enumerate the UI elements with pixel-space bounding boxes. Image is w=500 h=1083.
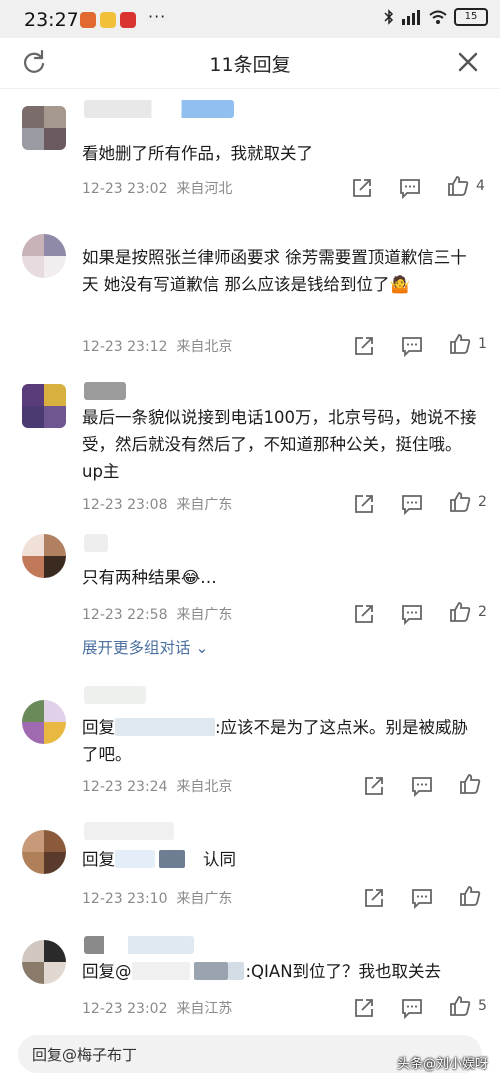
share-icon[interactable] [352, 602, 376, 626]
status-time: 23:27 [24, 9, 79, 31]
like-count: 2 [478, 494, 487, 510]
comment-icon[interactable] [400, 602, 424, 626]
mention-blurred[interactable] [115, 718, 215, 736]
app-notification-icon [80, 12, 96, 28]
like-count: 5 [478, 998, 487, 1014]
mention-blurred[interactable] [115, 850, 155, 868]
chevron-down-icon: ⌄ [190, 639, 209, 657]
share-icon[interactable] [362, 774, 386, 798]
thumbs-up-icon[interactable] [448, 332, 472, 356]
reply-placeholder: 回复@梅子布丁 [32, 1046, 138, 1064]
mention-blurred[interactable] [193, 962, 228, 980]
thumbs-up-icon[interactable] [448, 600, 472, 624]
signal-icon [402, 10, 420, 25]
comment-item[interactable]: 看她删了所有作品，我就取关了 12-23 23:02 来自河北 4 [0, 98, 500, 208]
comment-text: 回复 认同 [82, 850, 236, 869]
comment-item[interactable]: 只有两种结果😂… 12-23 22:58 来自广东 2 [0, 532, 500, 632]
reply-sheet-header: 11条回复 [0, 38, 500, 89]
comment-icon[interactable] [400, 334, 424, 358]
avatar[interactable] [22, 700, 66, 744]
avatar[interactable] [22, 234, 66, 278]
comment-item[interactable]: 回复:应该不是为了这点米。别是被威胁了吧。 12-23 23:24 来自北京 [0, 684, 500, 804]
wifi-icon [429, 10, 447, 24]
comment-meta: 12-23 23:24 来自北京 [82, 779, 233, 795]
mention-blurred[interactable] [131, 962, 190, 980]
comment-meta: 12-23 23:12 来自北京 [82, 339, 233, 355]
comment-meta: 12-23 22:58 来自广东 [82, 607, 233, 623]
mention-blurred[interactable] [227, 962, 244, 980]
mention-blurred[interactable] [159, 850, 185, 868]
comment-meta: 12-23 23:08 来自广东 [82, 497, 233, 513]
bluetooth-icon [384, 9, 394, 25]
comment-text: 回复:应该不是为了这点米。别是被威胁了吧。 [82, 718, 469, 764]
app-notification-icon [100, 12, 116, 28]
avatar[interactable] [22, 830, 66, 874]
close-icon[interactable] [454, 48, 482, 76]
thumbs-up-icon[interactable] [448, 490, 472, 514]
battery-icon: 15 [454, 8, 488, 26]
username-blurred[interactable] [84, 822, 174, 840]
comment-icon[interactable] [398, 176, 422, 200]
comment-icon[interactable] [400, 492, 424, 516]
app-notification-icon [120, 12, 136, 28]
share-icon[interactable] [362, 886, 386, 910]
thumbs-up-icon[interactable] [458, 884, 482, 908]
comment-text: 只有两种结果😂… [82, 568, 217, 587]
thumbs-up-icon[interactable] [458, 772, 482, 796]
share-icon[interactable] [352, 334, 376, 358]
comment-item[interactable]: 回复@:QIAN到位了？我也取关去 12-23 23:02 来自江苏 5 [0, 934, 500, 1024]
comment-meta: 12-23 23:10 来自广东 [82, 891, 233, 907]
comment-icon[interactable] [410, 886, 434, 910]
comment-text: 回复@:QIAN到位了？我也取关去 [82, 962, 442, 981]
thumbs-up-icon[interactable] [448, 994, 472, 1018]
share-icon[interactable] [352, 492, 376, 516]
like-count: 1 [478, 336, 487, 352]
more-notifications-icon: ··· [148, 7, 167, 26]
page-title: 11条回复 [209, 54, 291, 76]
comment-text: 看她删了所有作品，我就取关了 [82, 144, 313, 163]
comment-icon[interactable] [410, 774, 434, 798]
comment-text: 最后一条貌似说接到电话100万，北京号码，她说不接受，然后就没有然后了，不知道那… [82, 408, 477, 481]
status-bar: 23:27 ··· 15 [0, 0, 500, 38]
comment-item[interactable]: 回复 认同 12-23 23:10 来自广东 [0, 820, 500, 920]
username-blurred[interactable] [84, 382, 126, 400]
like-count: 4 [476, 178, 485, 194]
thumbs-up-icon[interactable] [446, 174, 470, 198]
username-blurred[interactable] [84, 534, 108, 552]
avatar[interactable] [22, 534, 66, 578]
comment-icon[interactable] [400, 996, 424, 1020]
comment-item[interactable]: 如果是按照张兰律师函要求 徐芳需要置顶道歉信三十天 她没有写道歉信 那么应该是钱… [0, 232, 500, 362]
watermark: 头条@刘小娱呀 [396, 1057, 488, 1072]
like-count: 2 [478, 604, 487, 620]
username-blurred[interactable] [84, 686, 146, 704]
avatar[interactable] [22, 940, 66, 984]
comment-text: 如果是按照张兰律师函要求 徐芳需要置顶道歉信三十天 她没有写道歉信 那么应该是钱… [82, 248, 467, 294]
comment-meta: 12-23 23:02 来自江苏 [82, 1001, 233, 1017]
comment-item[interactable]: 最后一条貌似说接到电话100万，北京号码，她说不接受，然后就没有然后了，不知道那… [0, 380, 500, 520]
share-icon[interactable] [352, 996, 376, 1020]
avatar[interactable] [22, 384, 66, 428]
expand-more-threads-link[interactable]: 展开更多组对话 ⌄ [82, 636, 208, 658]
username-blurred[interactable] [84, 100, 234, 118]
comment-meta: 12-23 23:02 来自河北 [82, 181, 233, 197]
username-blurred[interactable] [84, 936, 194, 954]
avatar[interactable] [22, 106, 66, 150]
share-icon[interactable] [350, 176, 374, 200]
